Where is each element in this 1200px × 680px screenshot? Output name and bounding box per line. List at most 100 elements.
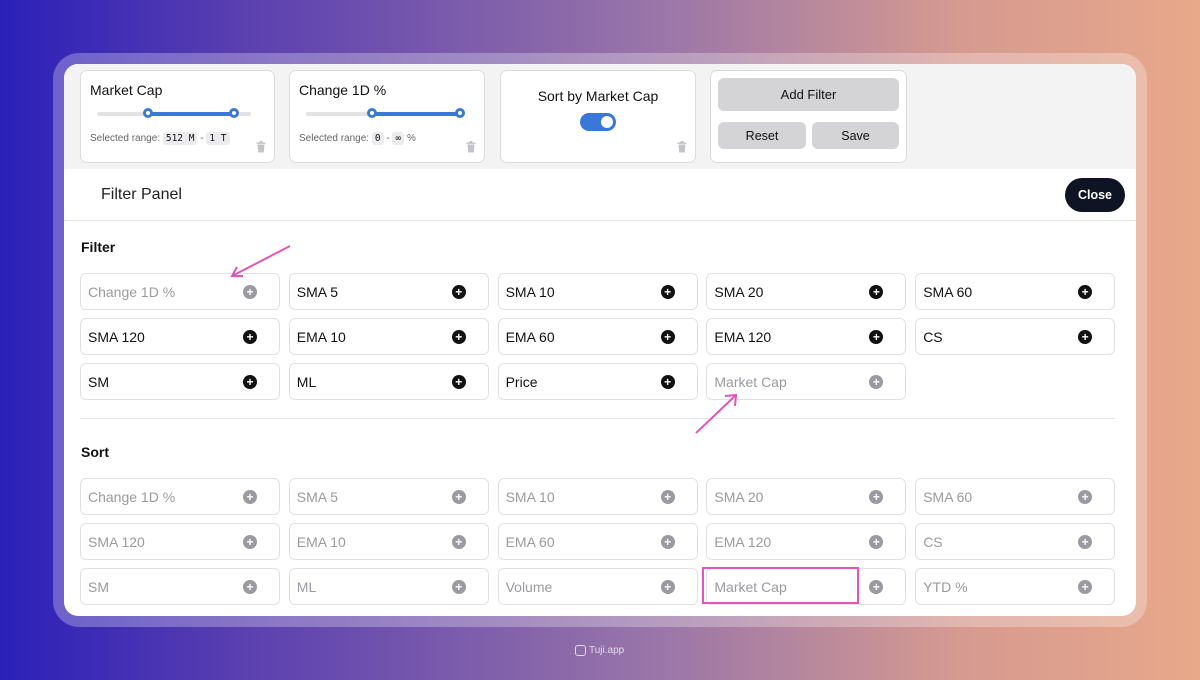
change-1d-range-slider[interactable] [306, 108, 465, 118]
filter-option-item[interactable]: SMA 120 + [80, 318, 280, 355]
plus-circle-icon[interactable]: + [869, 490, 884, 504]
sort-toggle[interactable] [580, 113, 616, 131]
highlight-box [702, 567, 859, 604]
sort-option-item[interactable]: EMA 60 + [497, 523, 698, 560]
plus-circle-icon[interactable]: + [660, 285, 675, 299]
sort-section-title: Sort [81, 444, 109, 460]
toggle-knob [601, 116, 613, 128]
selected-range: Selected range: 512 M - 1 T [90, 132, 230, 145]
slider-max-handle[interactable] [229, 108, 240, 118]
plus-circle-icon[interactable]: + [451, 580, 466, 594]
filter-option-item[interactable]: SMA 5 + [288, 273, 489, 310]
market-cap-range-slider[interactable] [97, 108, 251, 118]
sort-option-item[interactable]: SMA 60 + [915, 478, 1116, 515]
option-label: CS [923, 329, 943, 345]
sort-option-item[interactable]: Volume + [497, 568, 698, 605]
plus-circle-icon[interactable]: + [660, 535, 675, 549]
plus-circle-icon[interactable]: + [869, 535, 884, 549]
option-label: EMA 120 [714, 329, 772, 345]
sort-option-item[interactable]: Change 1D % + [80, 478, 280, 515]
sort-option-item[interactable]: SMA 20 + [706, 478, 907, 515]
plus-circle-icon[interactable]: + [660, 490, 675, 504]
filter-option-item[interactable]: EMA 10 + [288, 318, 489, 355]
option-label: EMA 10 [296, 329, 346, 345]
filter-section-title: Filter [81, 239, 116, 255]
trash-icon[interactable] [466, 141, 476, 153]
range-min-value: 512 M [162, 132, 198, 145]
option-label: EMA 60 [505, 329, 555, 345]
add-filter-button[interactable]: Add Filter [718, 78, 899, 111]
change-1d-filter-card: Change 1D % Selected range: 0 - ∞ % [289, 70, 485, 163]
option-label: SMA 20 [714, 489, 764, 505]
plus-circle-icon[interactable]: + [660, 375, 675, 389]
app-window: Market Cap Selected range: 512 M - 1 T C… [64, 64, 1136, 616]
plus-circle-icon[interactable]: + [243, 330, 257, 344]
plus-circle-icon[interactable]: + [1078, 285, 1093, 299]
plus-circle-icon[interactable]: + [1078, 330, 1093, 344]
filter-option-item[interactable]: EMA 60 + [497, 318, 698, 355]
option-label: SMA 20 [714, 284, 764, 300]
plus-circle-icon[interactable]: + [451, 330, 466, 344]
logo-icon [575, 645, 586, 656]
plus-circle-icon[interactable]: + [660, 330, 675, 344]
plus-circle-icon[interactable]: + [451, 375, 466, 389]
sort-option-item[interactable]: YTD % + [915, 568, 1116, 605]
plus-circle-icon[interactable]: + [451, 490, 466, 504]
option-label: CS [923, 534, 943, 550]
plus-circle-icon[interactable]: + [451, 285, 466, 299]
slider-fill [147, 112, 235, 116]
plus-circle-icon[interactable]: + [1078, 580, 1093, 594]
sort-option-item[interactable]: SMA 5 + [288, 478, 489, 515]
filter-option-item[interactable]: EMA 120 + [706, 318, 907, 355]
range-label: Selected range: [90, 133, 161, 144]
plus-circle-icon[interactable]: + [660, 580, 675, 594]
plus-circle-icon[interactable]: + [869, 285, 884, 299]
plus-circle-icon[interactable]: + [451, 535, 466, 549]
slider-min-handle[interactable] [367, 108, 378, 118]
option-label: SMA 120 [88, 534, 145, 550]
sort-option-item[interactable]: CS + [915, 523, 1116, 560]
filter-option-item[interactable]: SMA 20 + [706, 273, 907, 310]
option-label: Change 1D % [88, 284, 176, 300]
plus-circle-icon[interactable]: + [243, 580, 257, 594]
range-label: Selected range: [299, 133, 370, 144]
active-filters-bar: Market Cap Selected range: 512 M - 1 T C… [64, 64, 1136, 169]
option-label: ML [296, 374, 317, 390]
sort-option-item[interactable]: EMA 120 + [706, 523, 907, 560]
option-label: Market Cap [714, 374, 787, 390]
slider-max-handle[interactable] [455, 108, 465, 118]
plus-circle-icon[interactable]: + [869, 330, 884, 344]
plus-circle-icon[interactable]: + [243, 285, 257, 299]
filter-option-item[interactable]: Price + [497, 363, 698, 400]
filter-option-item[interactable]: CS + [915, 318, 1116, 355]
option-label: ML [296, 579, 317, 595]
range-unit: % [407, 133, 416, 144]
plus-circle-icon[interactable]: + [869, 580, 884, 594]
slider-min-handle[interactable] [142, 108, 153, 118]
plus-circle-icon[interactable]: + [243, 490, 257, 504]
range-max-value: 1 T [206, 132, 230, 145]
trash-icon[interactable] [677, 141, 687, 153]
option-label: SM [88, 579, 109, 595]
plus-circle-icon[interactable]: + [1078, 490, 1093, 504]
plus-circle-icon[interactable]: + [243, 375, 257, 389]
sort-option-item[interactable]: EMA 10 + [288, 523, 489, 560]
option-label: Change 1D % [88, 489, 176, 505]
plus-circle-icon[interactable]: + [243, 535, 257, 549]
trash-icon[interactable] [256, 141, 266, 153]
sort-option-item[interactable]: ML + [288, 568, 489, 605]
plus-circle-icon[interactable]: + [869, 375, 884, 389]
sort-option-item[interactable]: SMA 10 + [497, 478, 698, 515]
option-label: SMA 5 [296, 489, 339, 505]
filter-option-item[interactable]: SM + [80, 363, 280, 400]
close-button[interactable]: Close [1065, 178, 1125, 212]
filter-option-item[interactable]: SMA 10 + [497, 273, 698, 310]
sort-option-item[interactable]: SM + [80, 568, 280, 605]
annotation-arrow-icon [695, 393, 738, 434]
filter-option-item[interactable]: ML + [288, 363, 489, 400]
sort-option-item[interactable]: SMA 120 + [80, 523, 280, 560]
filter-option-item[interactable]: SMA 60 + [915, 273, 1116, 310]
save-button[interactable]: Save [812, 122, 899, 149]
plus-circle-icon[interactable]: + [1078, 535, 1093, 549]
reset-button[interactable]: Reset [718, 122, 806, 149]
